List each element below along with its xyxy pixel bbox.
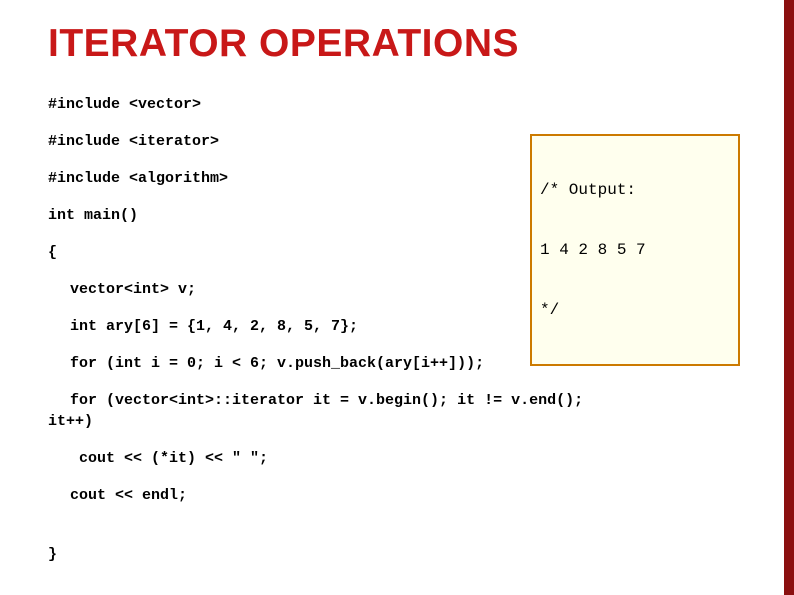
output-box: /* Output: 1 4 2 8 5 7 */ [530, 134, 740, 366]
code-area: /* Output: 1 4 2 8 5 7 */ #include <vect… [48, 96, 746, 564]
code-line: #include <vector> [48, 96, 746, 114]
code-line: } [48, 546, 746, 564]
spacer [48, 524, 746, 546]
code-line: cout << endl; [48, 487, 746, 505]
output-line: */ [540, 300, 730, 320]
output-line: 1 4 2 8 5 7 [540, 240, 730, 260]
code-line: cout << (*it) << " "; [48, 450, 746, 468]
slide-title: ITERATOR OPERATIONS [48, 22, 746, 66]
code-line: it++) [48, 413, 746, 431]
output-line: /* Output: [540, 180, 730, 200]
code-line: for (vector<int>::iterator it = v.begin(… [48, 392, 746, 410]
slide-content: ITERATOR OPERATIONS /* Output: 1 4 2 8 5… [0, 0, 794, 564]
accent-bar [784, 0, 794, 595]
